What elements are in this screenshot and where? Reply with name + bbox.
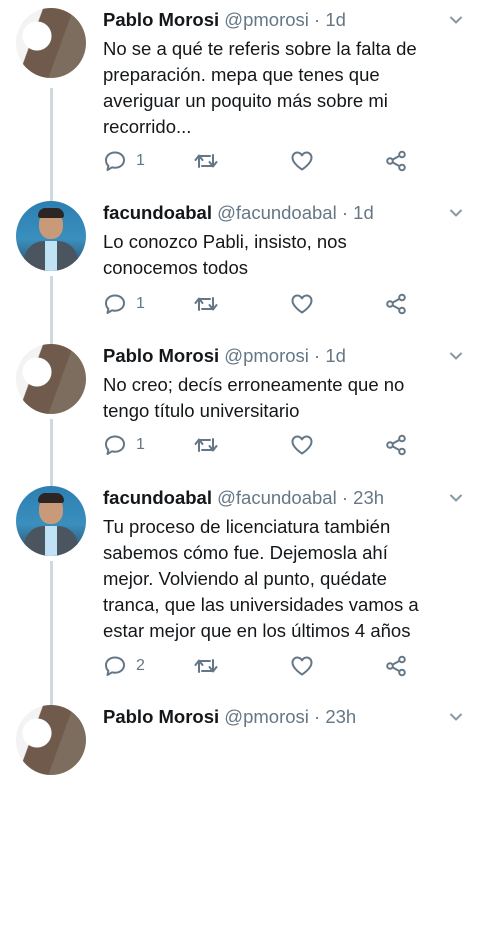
user-handle[interactable]: @facundoabal (217, 202, 337, 223)
tweet-text: No creo; decís erroneamente que no tengo … (103, 372, 453, 424)
tweet-header: Pablo Morosi @pmorosi · 23h (103, 706, 356, 728)
tweet-text-line: tengo título universitario (103, 400, 300, 421)
avatar-hair (38, 493, 64, 503)
share-button[interactable] (384, 291, 408, 317)
retweet-icon (192, 293, 220, 315)
tweet-text-line: tranca, que las universidades vamos a (103, 594, 419, 615)
reply-icon (103, 150, 127, 172)
chevron-down-icon[interactable] (448, 491, 464, 505)
avatar[interactable] (16, 344, 86, 414)
display-name[interactable]: Pablo Morosi (103, 9, 219, 30)
share-icon (384, 150, 408, 172)
heart-icon (290, 150, 314, 172)
user-handle[interactable]: @pmorosi (224, 706, 309, 727)
heart-icon (290, 293, 314, 315)
like-button[interactable] (290, 653, 314, 679)
display-name[interactable]: facundoabal (103, 202, 212, 223)
chevron-down-icon[interactable] (448, 349, 464, 363)
timestamp[interactable]: 23h (325, 706, 356, 727)
share-button[interactable] (384, 653, 408, 679)
tweet-text-line: estar mejor que en los últimos 4 años (103, 620, 411, 641)
tweet-text: Lo conozco Pabli, insisto, nos conocemos … (103, 229, 453, 281)
avatar-hair (38, 208, 64, 218)
avatar[interactable] (16, 201, 86, 271)
separator-dot: · (314, 706, 321, 727)
chevron-down-icon[interactable] (448, 206, 464, 220)
tweet-text-line: recorrido... (103, 116, 192, 137)
timestamp[interactable]: 1d (325, 345, 346, 366)
like-button[interactable] (290, 432, 314, 458)
share-button[interactable] (384, 432, 408, 458)
reply-button[interactable]: 1 (103, 432, 145, 458)
tweet-text: Tu proceso de licenciatura también sabemo… (103, 514, 453, 644)
reply-icon (103, 293, 127, 315)
chevron-down-icon[interactable] (448, 710, 464, 724)
timestamp[interactable]: 1d (353, 202, 374, 223)
retweet-button[interactable] (192, 291, 220, 317)
retweet-button[interactable] (192, 148, 220, 174)
tweet-text-line: sabemos cómo fue. Dejemosla ahí (103, 542, 388, 563)
tweet-text-line: preparación. mepa que tenes que (103, 64, 380, 85)
reply-icon (103, 434, 127, 456)
like-button[interactable] (290, 148, 314, 174)
display-name[interactable]: facundoabal (103, 487, 212, 508)
retweet-button[interactable] (192, 653, 220, 679)
tweet-header: facundoabal @facundoabal · 23h (103, 487, 384, 509)
user-handle[interactable]: @pmorosi (224, 345, 309, 366)
reply-button[interactable]: 1 (103, 291, 145, 317)
tweet-text-line: Lo conozco Pabli, insisto, nos (103, 231, 347, 252)
share-icon (384, 293, 408, 315)
tweet-actions: 2 (0, 653, 479, 679)
reply-count: 1 (136, 436, 145, 453)
separator-dot: · (314, 345, 321, 366)
tweet[interactable]: facundoabal @facundoabal · 23h Tu proceso… (0, 486, 479, 727)
tweet-actions: 1 (0, 432, 479, 458)
tweet-text-line: Tu proceso de licenciatura también (103, 516, 391, 537)
share-icon (384, 434, 408, 456)
reply-icon (103, 655, 127, 677)
heart-icon (290, 434, 314, 456)
timestamp[interactable]: 1d (325, 9, 346, 30)
share-icon (384, 655, 408, 677)
display-name[interactable]: Pablo Morosi (103, 706, 219, 727)
avatar-shirt (45, 241, 57, 271)
tweet-actions: 1 (0, 148, 479, 174)
share-button[interactable] (384, 148, 408, 174)
tweet-text-line: No creo; decís erroneamente que no (103, 374, 405, 395)
tweet[interactable]: Pablo Morosi @pmorosi · 23h (0, 705, 479, 946)
user-handle[interactable]: @pmorosi (224, 9, 309, 30)
tweet-text-line: conocemos todos (103, 257, 249, 278)
separator-dot: · (341, 487, 349, 508)
reply-count: 1 (136, 295, 145, 312)
timestamp[interactable]: 23h (353, 487, 384, 508)
tweet-header: Pablo Morosi @pmorosi · 1d (103, 9, 346, 31)
tweet-header: facundoabal @facundoabal · 1d (103, 202, 374, 224)
tweet-header: Pablo Morosi @pmorosi · 1d (103, 345, 346, 367)
user-handle[interactable]: @facundoabal (217, 487, 337, 508)
avatar[interactable] (16, 705, 86, 775)
tweet-text-line: mejor. Volviendo al punto, quédate (103, 568, 387, 589)
tweet-text-line: No se a qué te referis sobre la falta de (103, 38, 417, 59)
avatar[interactable] (16, 486, 86, 556)
reply-count: 1 (136, 152, 145, 169)
reply-button[interactable]: 1 (103, 148, 145, 174)
like-button[interactable] (290, 291, 314, 317)
retweet-icon (192, 655, 220, 677)
separator-dot: · (341, 202, 349, 223)
avatar-shirt (45, 526, 57, 556)
tweet-actions: 1 (0, 291, 479, 317)
avatar[interactable] (16, 8, 86, 78)
separator-dot: · (314, 9, 321, 30)
reply-button[interactable]: 2 (103, 653, 145, 679)
retweet-icon (192, 150, 220, 172)
retweet-icon (192, 434, 220, 456)
heart-icon (290, 655, 314, 677)
reply-count: 2 (136, 657, 145, 674)
chevron-down-icon[interactable] (448, 13, 464, 27)
tweet-text: No se a qué te referis sobre la falta de… (103, 36, 453, 140)
retweet-button[interactable] (192, 432, 220, 458)
display-name[interactable]: Pablo Morosi (103, 345, 219, 366)
tweet-text-line: averiguar un poquito más sobre mi (103, 90, 388, 111)
